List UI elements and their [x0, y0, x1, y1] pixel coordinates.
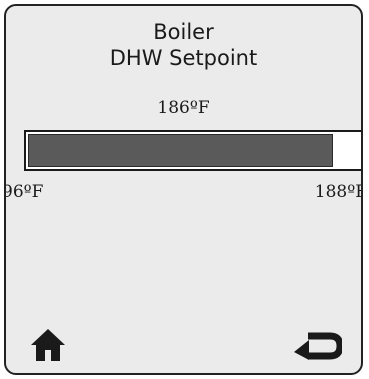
setpoint-min-label: 96ºF	[4, 182, 44, 202]
return-arrow-icon	[294, 332, 342, 360]
home-icon	[31, 329, 65, 361]
setpoint-value: 186ºF	[157, 98, 210, 118]
home-button[interactable]	[30, 328, 66, 362]
setpoint-slider-fill	[28, 134, 333, 167]
setpoint-slider[interactable]	[24, 130, 361, 171]
setpoint-max-label: 188ºF	[314, 182, 363, 202]
back-button[interactable]	[294, 330, 342, 364]
page-title: DHW Setpoint	[109, 46, 258, 70]
display-screen: Boiler DHW Setpoint 186ºF 96ºF 188ºF	[4, 4, 363, 375]
title-line-1: Boiler	[153, 20, 214, 44]
